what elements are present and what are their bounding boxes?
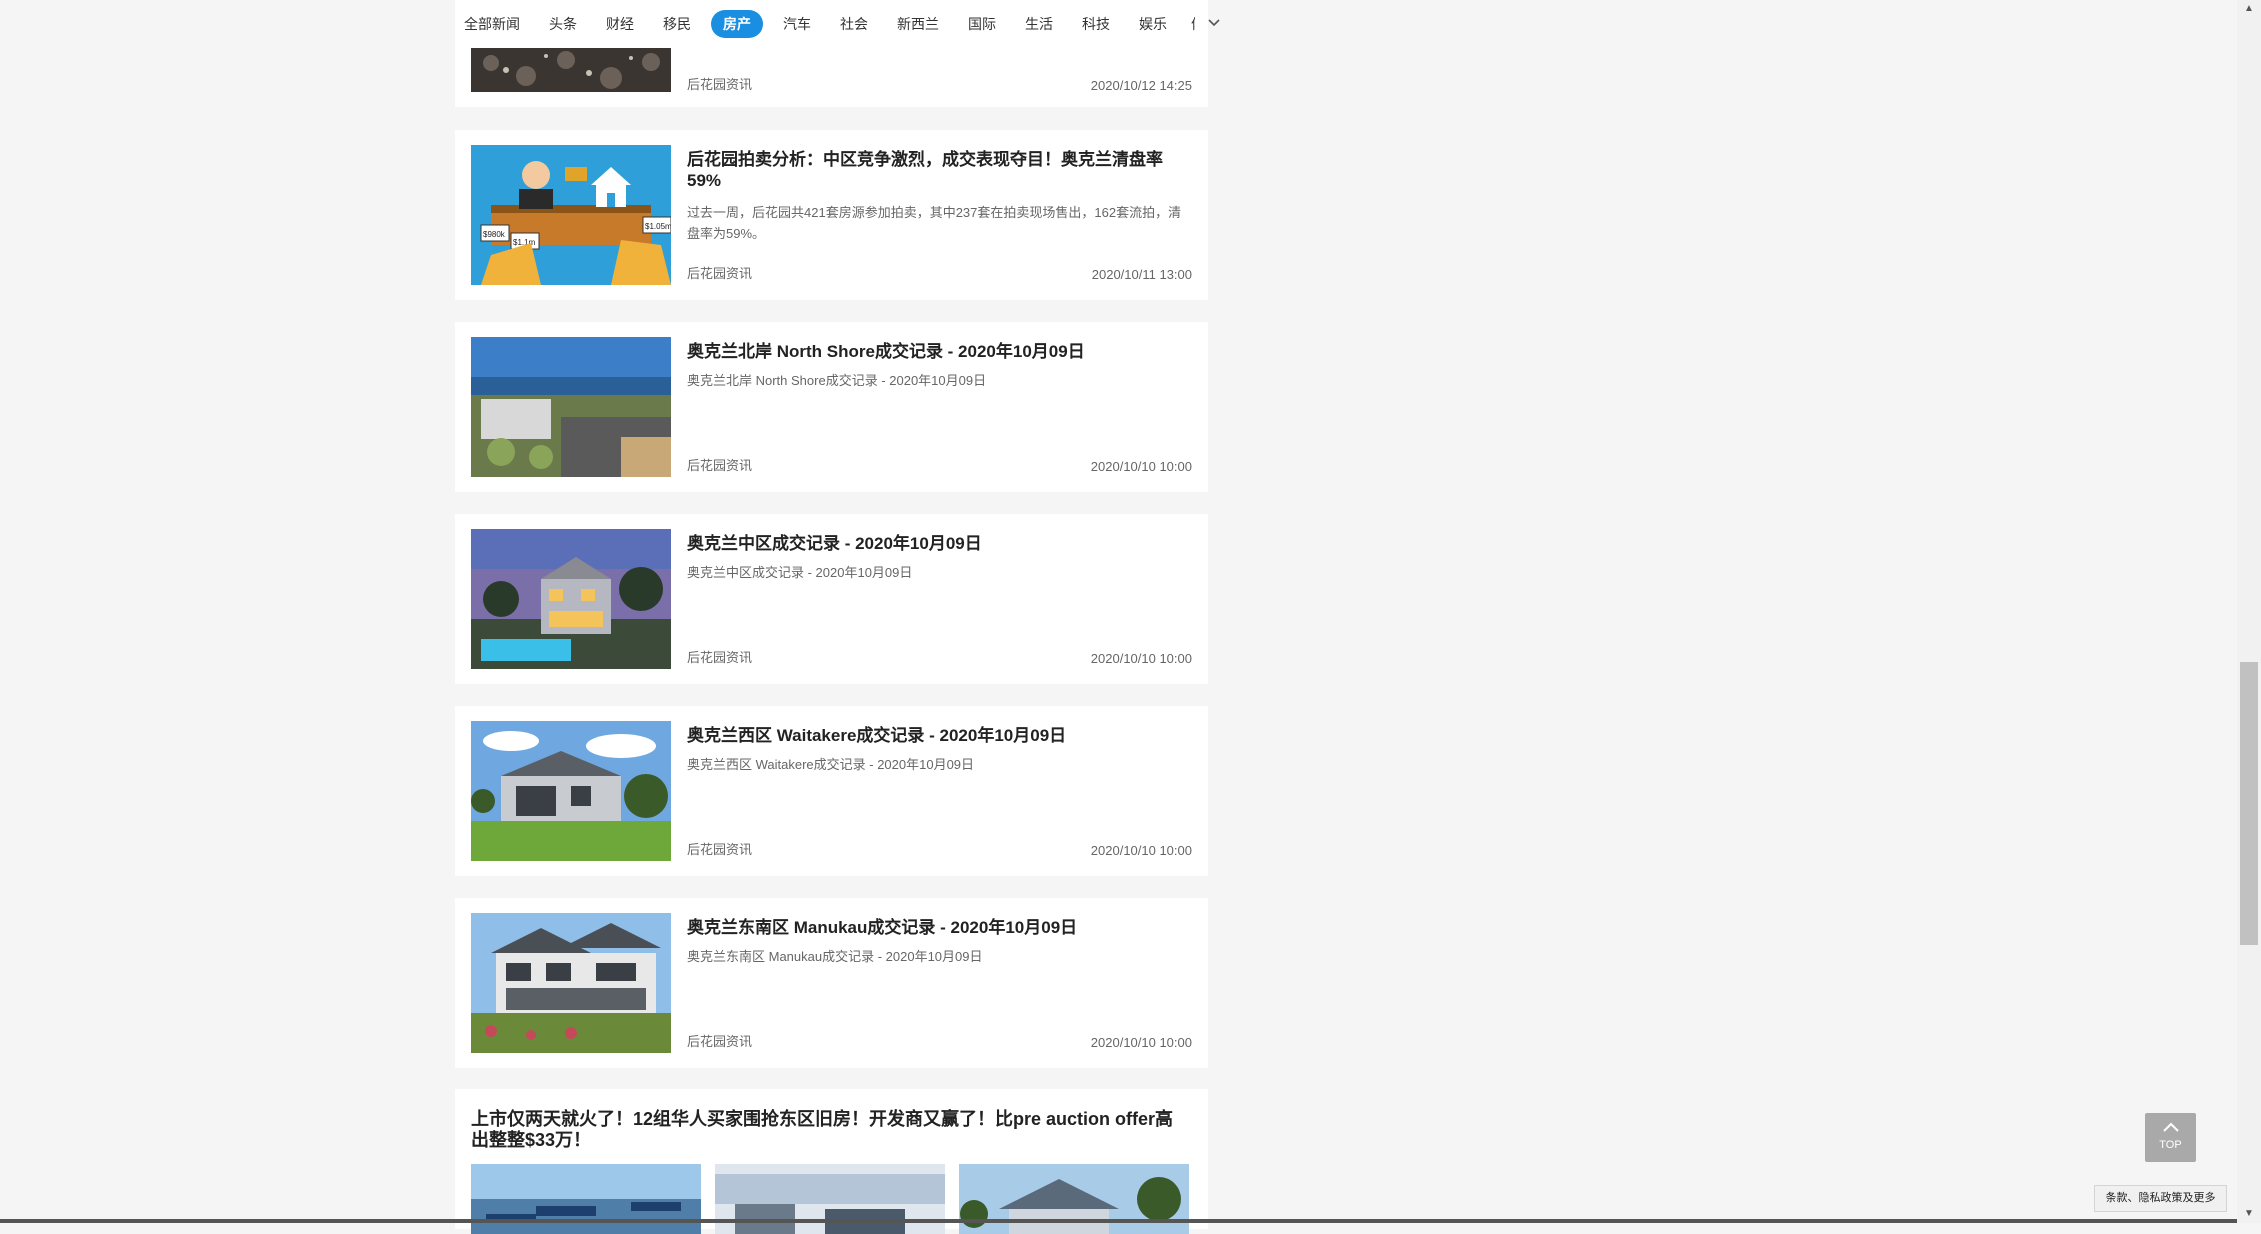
tab-immigration[interactable]: 移民 — [654, 11, 700, 37]
article-time: 2020/10/10 10:00 — [1090, 843, 1192, 858]
article-title[interactable]: 奥克兰东南区 Manukau成交记录 - 2020年10月09日 — [687, 917, 1192, 938]
tab-tech[interactable]: 科技 — [1073, 11, 1119, 37]
article-title[interactable]: 奥克兰中区成交记录 - 2020年10月09日 — [687, 533, 1192, 554]
tab-society[interactable]: 社会 — [831, 11, 877, 37]
article-time: 2020/10/10 10:00 — [1090, 1035, 1192, 1050]
scrollbar-thumb[interactable] — [2240, 662, 2258, 945]
article-thumbnail — [471, 721, 671, 861]
scroll-down-arrow-icon[interactable]: ▼ — [2240, 1205, 2258, 1223]
article-card[interactable]: 奥克兰西区 Waitakere成交记录 - 2020年10月09日 奥克兰西区 … — [455, 706, 1208, 876]
article-summary: 奥克兰北岸 North Shore成交记录 - 2020年10月09日 — [687, 373, 987, 388]
article-card[interactable]: 奥克兰北岸 North Shore成交记录 - 2020年10月09日 奥克兰北… — [455, 322, 1208, 492]
article-card[interactable]: 奥克兰东南区 Manukau成交记录 - 2020年10月09日 奥克兰东南区 … — [455, 898, 1208, 1068]
tab-finance[interactable]: 财经 — [597, 11, 643, 37]
feature-image — [715, 1164, 945, 1234]
article-title[interactable]: 奥克兰西区 Waitakere成交记录 - 2020年10月09日 — [687, 725, 1192, 746]
article-thumbnail — [471, 337, 671, 477]
article-source: 后花园资讯 — [687, 458, 753, 473]
article-thumbnail — [471, 529, 671, 669]
article-thumbnail — [471, 913, 671, 1053]
article-time: 2020/10/10 10:00 — [1090, 459, 1192, 474]
thumb-label: $980k — [483, 230, 506, 239]
tab-international[interactable]: 国际 — [959, 11, 1005, 37]
article-thumbnail: $980k $1.1m $1.05m — [471, 145, 671, 285]
feature-image — [471, 1164, 701, 1234]
article-time: 2020/10/10 10:00 — [1090, 651, 1192, 666]
tab-sports-partial[interactable]: 体 — [1187, 11, 1195, 37]
article-source: 后花园资讯 — [687, 842, 753, 857]
back-to-top-button[interactable]: TOP — [2145, 1113, 2196, 1162]
article-source: 后花园资讯 — [687, 1034, 753, 1049]
tab-cars[interactable]: 汽车 — [774, 11, 820, 37]
feature-image — [959, 1164, 1189, 1234]
article-source: 后花园资讯 — [687, 650, 753, 665]
article-summary: 过去一周，后花园共421套房源参加拍卖，其中237套在拍卖现场售出，162套流拍… — [687, 205, 1182, 241]
back-to-top-label: TOP — [2159, 1139, 2182, 1151]
article-thumbnail — [471, 48, 671, 92]
chevron-down-icon[interactable] — [1208, 17, 1220, 31]
arrow-up-icon — [2145, 1119, 2196, 1139]
article-time: 2020/10/11 13:00 — [1091, 267, 1192, 282]
feature-article-title[interactable]: 上市仅两天就火了！12组华人买家围抢东区旧房！开发商又赢了！比pre aucti… — [471, 1109, 1191, 1151]
tab-headlines[interactable]: 头条 — [540, 11, 586, 37]
scroll-up-arrow-icon[interactable]: ▲ — [2240, 0, 2258, 18]
article-title[interactable]: 奥克兰北岸 North Shore成交记录 - 2020年10月09日 — [687, 341, 1192, 362]
article-summary: 奥克兰西区 Waitakere成交记录 - 2020年10月09日 — [687, 757, 975, 772]
article-card[interactable]: 后花园资讯 2020/10/12 14:25 — [455, 48, 1208, 107]
tab-life[interactable]: 生活 — [1016, 11, 1062, 37]
tab-entertainment[interactable]: 娱乐 — [1130, 11, 1176, 37]
article-card[interactable]: $980k $1.1m $1.05m 后花园拍卖分析：中区竞争激烈，成交表现夺目… — [455, 130, 1208, 300]
article-summary: 奥克兰中区成交记录 - 2020年10月09日 — [687, 565, 913, 580]
terms-privacy-link[interactable]: 条款、隐私政策及更多 — [2094, 1185, 2227, 1212]
page-scrollbar[interactable] — [2237, 0, 2261, 1223]
article-source: 后花园资讯 — [687, 266, 753, 281]
category-nav: 全部新闻 头条 财经 移民 房产 汽车 社会 新西兰 国际 生活 科技 娱乐 体 — [455, 0, 1220, 48]
article-time: 2020/10/12 14:25 — [1090, 78, 1192, 93]
tab-all-news[interactable]: 全部新闻 — [455, 11, 529, 37]
article-summary: 奥克兰东南区 Manukau成交记录 - 2020年10月09日 — [687, 949, 983, 964]
article-source: 后花园资讯 — [687, 77, 753, 92]
article-title[interactable]: 后花园拍卖分析：中区竞争激烈，成交表现夺目！奥克兰清盘率59% — [687, 149, 1192, 191]
tab-property[interactable]: 房产 — [711, 10, 763, 38]
feature-article-card[interactable]: 上市仅两天就火了！12组华人买家围抢东区旧房！开发商又赢了！比pre aucti… — [455, 1089, 1208, 1234]
thumb-label: $1.05m — [645, 222, 671, 231]
window-bottom-edge — [0, 1219, 2237, 1223]
tab-new-zealand[interactable]: 新西兰 — [888, 11, 948, 37]
article-card[interactable]: 奥克兰中区成交记录 - 2020年10月09日 奥克兰中区成交记录 - 2020… — [455, 514, 1208, 684]
